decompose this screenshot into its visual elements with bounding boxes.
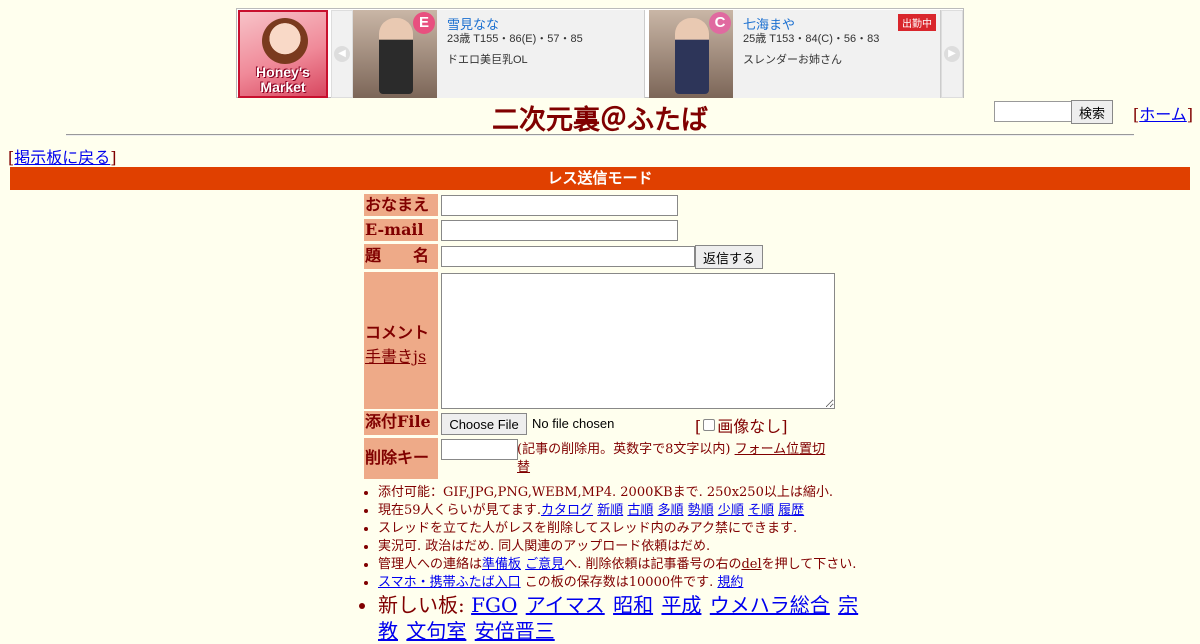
board-link-imas[interactable]: アイマス <box>526 593 605 617</box>
feedback-link[interactable]: ご意見 <box>525 557 564 572</box>
comment-label-cell: コメント 手書きjs <box>364 272 438 409</box>
comment-label: コメント <box>365 323 430 342</box>
board-link-abe[interactable]: 安倍晋三 <box>475 619 555 643</box>
choose-file-button[interactable]: Choose File <box>441 413 527 435</box>
noimage-checkbox[interactable] <box>703 419 716 431</box>
cup-badge: E <box>413 12 435 34</box>
back-link-wrapper: [掲示板に戻る] <box>8 148 117 167</box>
delete-request-suffix: を押して下さい. <box>761 557 857 572</box>
banner-card[interactable]: C 七海まや 出勤中 25歳 T153・84(C)・56・83 スレンダーお姉さ… <box>649 10 941 98</box>
email-label: E-mail <box>364 219 438 241</box>
list-item: 管理人への連絡は準備板 ご意見へ. 削除依頼は記事番号の右のdelを押して下さい… <box>378 556 868 574</box>
card-description: ドエロ美巨乳OL <box>447 54 528 66</box>
sort-old-link[interactable]: 古順 <box>627 503 653 518</box>
honeys-market-logo[interactable]: Honey's Market <box>238 10 328 98</box>
viewer-count: 現在59人くらいが見てます. <box>378 503 542 518</box>
back-to-board-link[interactable]: 掲示板に戻る <box>14 148 110 167</box>
banner-next-button[interactable]: ▶ <box>941 10 963 98</box>
list-item: 新しい板: FGO アイマス 昭和 平成 ウメハラ総合 宗教 文句室 安倍晋三 <box>378 592 868 644</box>
board-link-showa[interactable]: 昭和 <box>613 593 653 617</box>
delete-key-label: 削除キー <box>364 438 438 479</box>
list-item: 添付可能：GIF,JPG,PNG,WEBM,MP4. 2000KBまで. 250… <box>378 484 868 502</box>
card-photo: C <box>649 10 733 98</box>
delete-request-note: へ. 削除依頼は記事番号の右の <box>564 557 742 572</box>
home-link[interactable]: ホーム <box>1139 105 1187 124</box>
logo-portrait-image <box>262 18 308 64</box>
sort-so-link[interactable]: そ順 <box>748 503 774 518</box>
chevron-left-icon: ◀ <box>334 46 350 62</box>
search-button[interactable]: 検索 <box>1071 100 1113 124</box>
history-link[interactable]: 履歴 <box>778 503 804 518</box>
board-notes: 添付可能：GIF,JPG,PNG,WEBM,MP4. 2000KBまで. 250… <box>378 484 868 644</box>
card-stats: 25歳 T153・84(C)・56・83 <box>743 33 880 45</box>
sort-momentum-link[interactable]: 勢順 <box>688 503 714 518</box>
noimage-option: [画像なし] <box>695 417 788 436</box>
thread-ban-note: スレッドを立てた人がレスを削除してスレッド内のみアク禁にできます. <box>378 521 798 536</box>
list-item: スマホ・携帯ふたば入口 この板の保存数は10000件です. 規約 <box>378 574 868 592</box>
delete-key-input[interactable] <box>441 439 518 460</box>
subject-label: 題 名 <box>364 244 438 269</box>
mobile-entrance-link[interactable]: スマホ・携帯ふたば入口 <box>378 575 521 590</box>
banner-card[interactable]: E 雪見なな 23歳 T155・86(E)・57・85 ドエロ美巨乳OL <box>353 10 645 98</box>
storage-note: この板の保存数は10000件です. <box>520 575 718 590</box>
board-link-umehara[interactable]: ウメハラ総合 <box>710 593 830 617</box>
list-item: 現在59人くらいが見てます.カタログ 新順 古順 多順 勢順 少順 そ順 履歴 <box>378 502 868 520</box>
logo-text-line2: Market <box>260 79 306 95</box>
card-stats: 23歳 T155・86(E)・57・85 <box>447 33 583 45</box>
delete-key-hint: (記事の削除用。英数字で8文字以内) <box>517 442 731 457</box>
file-status: No file chosen <box>532 416 615 431</box>
ad-banner[interactable]: Honey's Market ◀ E 雪見なな 23歳 T155・86(E)・5… <box>236 8 964 98</box>
preparation-board-link[interactable]: 準備板 <box>482 557 521 572</box>
board-link-fgo[interactable]: FGO <box>471 593 517 617</box>
sort-new-link[interactable]: 新順 <box>597 503 623 518</box>
delete-key-note: (記事の削除用。英数字で8文字以内) フォーム位置切替 <box>517 441 835 477</box>
rules-note: 実況可. 政治はだめ. 同人関連のアップロード依頼はだめ. <box>378 539 711 554</box>
board-link-heisei[interactable]: 平成 <box>661 593 701 617</box>
card-description: スレンダーお姉さん <box>743 54 842 66</box>
subject-input[interactable] <box>441 246 695 267</box>
search-input[interactable] <box>994 101 1072 122</box>
catalog-link[interactable]: カタログ <box>541 503 593 518</box>
email-input[interactable] <box>441 220 678 241</box>
on-duty-badge: 出勤中 <box>898 14 936 31</box>
name-input[interactable] <box>441 195 678 216</box>
new-boards-label: 新しい板: <box>378 593 465 617</box>
list-item: 実況可. 政治はだめ. 同人関連のアップロード依頼はだめ. <box>378 538 868 556</box>
noimage-label: 画像なし <box>717 417 782 436</box>
file-label: 添付File <box>364 411 438 435</box>
logo-text-line1: Honey's <box>256 64 310 80</box>
reply-submit-button[interactable]: 返信する <box>695 245 763 269</box>
sort-many-link[interactable]: 多順 <box>658 503 684 518</box>
home-link-wrapper: [ホーム] <box>1133 105 1194 124</box>
chevron-right-icon: ▶ <box>944 46 960 62</box>
board-link-complaints[interactable]: 文句室 <box>406 619 466 643</box>
cup-badge: C <box>709 12 731 34</box>
list-item: スレッドを立てた人がレスを削除してスレッド内のみアク禁にできます. <box>378 520 868 538</box>
upload-limits-note: 添付可能：GIF,JPG,PNG,WEBM,MP4. 2000KBまで. 250… <box>378 485 833 500</box>
handwriting-link[interactable]: 手書きjs <box>365 347 426 366</box>
divider <box>66 134 1134 136</box>
comment-textarea[interactable] <box>441 273 835 409</box>
banner-prev-button[interactable]: ◀ <box>331 10 353 98</box>
sort-few-link[interactable]: 少順 <box>718 503 744 518</box>
terms-link[interactable]: 規約 <box>717 575 743 590</box>
name-label: おなまえ <box>364 194 438 216</box>
contact-note-prefix: 管理人への連絡は <box>378 557 483 572</box>
reply-mode-bar: レス送信モード <box>10 167 1190 190</box>
card-photo: E <box>353 10 437 98</box>
del-link[interactable]: del <box>741 557 761 572</box>
